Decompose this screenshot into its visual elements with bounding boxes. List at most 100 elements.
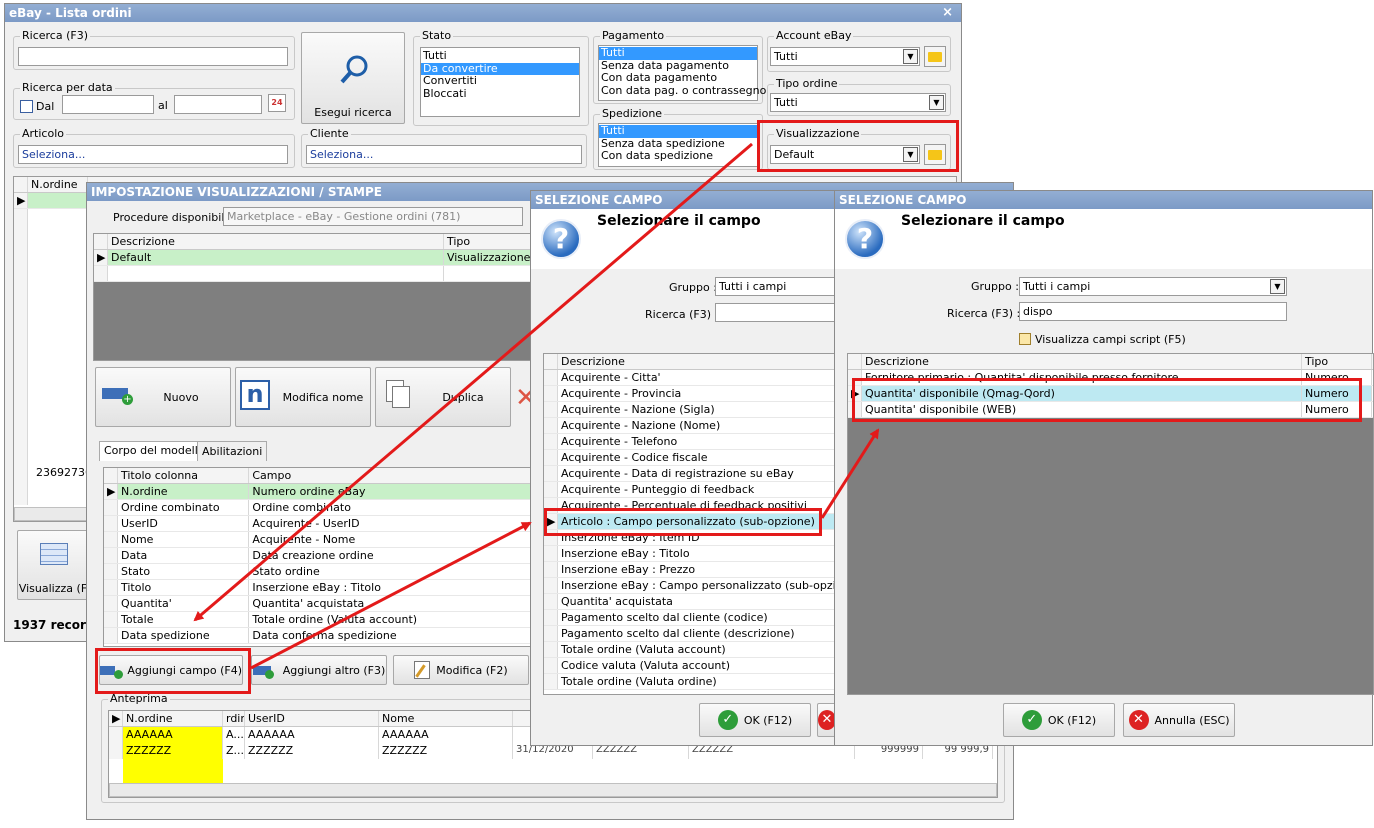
gruppo-select[interactable]: Tutti i campi ▼ (1019, 277, 1287, 296)
list-item[interactable]: Acquirente - Citta' (544, 370, 836, 386)
list-item[interactable]: Quantita' disponibile (WEB) Numero (848, 402, 1373, 418)
ricerca-input[interactable] (18, 47, 288, 66)
column-header[interactable]: UserID (245, 711, 379, 726)
stato-listbox[interactable]: Tutti Da convertire Convertiti Bloccati (420, 47, 580, 117)
ok-button[interactable]: ✓ OK (F12) (1003, 703, 1115, 737)
check-icon: ✓ (717, 710, 738, 730)
list-item[interactable]: Inserzione eBay : Titolo (544, 546, 836, 562)
modifica-button[interactable]: Modifica (F2) (393, 655, 529, 685)
column-header[interactable]: Nome (379, 711, 513, 726)
stato-option[interactable]: Convertiti (421, 74, 579, 88)
list-item[interactable]: Acquirente - Codice fiscale (544, 450, 836, 466)
list-item[interactable]: Codice valuta (Valuta account) (544, 658, 836, 674)
table-row[interactable]: Ordine combinato Ordine combinato (104, 500, 532, 516)
procedure-label: Procedure disponibili : (113, 211, 235, 224)
column-header[interactable]: Campo (249, 468, 532, 483)
list-item-selected[interactable]: ▶ Articolo : Campo personalizzato (sub-op… (544, 514, 836, 530)
selezione-campo-dialog-1: SELEZIONE CAMPO ? Selezionare il campo G… (530, 190, 837, 746)
chevron-down-icon[interactable]: ▼ (903, 49, 918, 64)
aggiungi-campo-button[interactable]: Aggiungi campo (F4) (99, 655, 243, 685)
list-item[interactable]: Quantita' acquistata (544, 594, 836, 610)
tab-corpo-modello[interactable]: Corpo del modello (99, 441, 210, 461)
esegui-ricerca-button[interactable]: Esegui ricerca (301, 32, 405, 124)
column-header[interactable]: Titolo colonna (118, 468, 250, 483)
table-row[interactable]: Data Data creazione ordine (104, 548, 532, 564)
list-item[interactable]: Pagamento scelto dal cliente (descrizion… (544, 626, 836, 642)
table-row[interactable]: ▶ N.ordine Numero ordine eBay (104, 484, 532, 500)
duplica-button[interactable]: Duplica (375, 367, 511, 427)
visualizzazione-select[interactable]: Default ▼ (770, 145, 920, 164)
dal-date-input[interactable] (62, 95, 154, 114)
spedizione-option-selected[interactable]: Tutti (599, 124, 757, 138)
column-header[interactable]: Descrizione (108, 234, 444, 249)
order-number-cell[interactable]: 23692736 (36, 466, 92, 479)
list-item[interactable]: Acquirente - Provincia (544, 386, 836, 402)
list-item[interactable]: Totale ordine (Valuta account) (544, 642, 836, 658)
table-row[interactable]: Data spedizione Data conferma spedizione (104, 628, 532, 644)
list-item[interactable]: Inserzione eBay : Prezzo (544, 562, 836, 578)
column-header[interactable]: Tipo (444, 234, 532, 249)
table-row[interactable]: ▶ Default Visualizzazione (94, 250, 532, 266)
tipo-ordine-select[interactable]: Tutti ▼ (770, 93, 946, 112)
dal-checkbox[interactable] (20, 100, 33, 113)
al-date-input[interactable] (174, 95, 262, 114)
gruppo-label: Gruppo : (669, 281, 717, 294)
chevron-down-icon[interactable]: ▼ (929, 95, 944, 110)
folder-icon[interactable] (924, 144, 946, 165)
tab-abilitazioni[interactable]: Abilitazioni (197, 441, 268, 461)
table-row[interactable] (94, 266, 532, 282)
chevron-down-icon[interactable]: ▼ (1270, 279, 1285, 294)
pagamento-option-selected[interactable]: Tutti (599, 46, 757, 60)
calendar-icon[interactable]: 24 (268, 94, 286, 112)
procedure-select[interactable]: Marketplace - eBay - Gestione ordini (78… (223, 207, 523, 226)
list-item[interactable]: Acquirente - Telefono (544, 434, 836, 450)
nuovo-button[interactable]: + Nuovo (95, 367, 231, 427)
annulla-button[interactable]: ✕ Annulla (ESC) (1123, 703, 1235, 737)
table-row[interactable]: Totale Totale ordine (Valuta account) (104, 612, 532, 628)
stato-option[interactable]: Bloccati (421, 87, 579, 101)
stato-option[interactable]: Tutti (421, 49, 579, 63)
column-header[interactable]: Tipo (1302, 354, 1372, 369)
table-row[interactable]: Titolo Inserzione eBay : Titolo (104, 580, 532, 596)
ricerca-input[interactable] (715, 303, 837, 322)
column-header[interactable]: Descrizione (558, 354, 836, 369)
table-row[interactable]: Quantita' Quantita' acquistata (104, 596, 532, 612)
list-item[interactable]: Totale ordine (Valuta ordine) (544, 674, 836, 690)
gruppo-select[interactable]: Tutti i campi (715, 277, 837, 296)
column-header[interactable]: Descrizione (862, 354, 1302, 369)
list-item[interactable]: Acquirente - Data di registrazione su eB… (544, 466, 836, 482)
horizontal-scrollbar[interactable] (109, 783, 997, 797)
folder-icon[interactable] (924, 46, 946, 67)
chevron-down-icon[interactable]: ▼ (903, 147, 918, 162)
account-select[interactable]: Tutti ▼ (770, 47, 920, 66)
articolo-select[interactable]: Seleziona... (18, 145, 288, 164)
table-row[interactable]: Nome Acquirente - Nome (104, 532, 532, 548)
list-item[interactable]: Acquirente - Percentuale di feedback pos… (544, 498, 836, 514)
pagamento-option[interactable]: Con data pag. o contrassegno (599, 84, 766, 98)
list-item[interactable]: Acquirente - Punteggio di feedback (544, 482, 836, 498)
list-item-selected[interactable]: ▶ Quantita' disponibile (Qmag-Qord) Numero (848, 386, 1373, 402)
table-row[interactable]: UserID Acquirente - UserID (104, 516, 532, 532)
ok-button[interactable]: ✓ OK (F12) (699, 703, 811, 737)
list-item[interactable]: Acquirente - Nazione (Sigla) (544, 402, 836, 418)
list-item[interactable]: Inserzione eBay : Item ID (544, 530, 836, 546)
pagamento-option[interactable]: Con data pagamento (599, 71, 757, 85)
list-item[interactable]: Acquirente - Nazione (Nome) (544, 418, 836, 434)
list-item[interactable]: Inserzione eBay : Campo personalizzato (… (544, 578, 836, 594)
aggiungi-altro-button[interactable]: Aggiungi altro (F3) (251, 655, 387, 685)
column-header[interactable]: rdir (223, 711, 245, 726)
script-checkbox[interactable] (1019, 333, 1031, 345)
close-icon[interactable]: × (942, 5, 953, 20)
ricerca-input[interactable]: dispo (1019, 302, 1287, 321)
list-item[interactable]: Fornitore primario : Quantita' disponibi… (848, 370, 1373, 386)
column-header[interactable]: N.ordine (123, 711, 223, 726)
column-header[interactable]: N.ordine (28, 177, 88, 192)
spedizione-listbox[interactable]: Tutti Senza data spedizione Con data spe… (598, 123, 758, 167)
table-row[interactable]: Stato Stato ordine (104, 564, 532, 580)
pagamento-listbox[interactable]: Tutti Senza data pagamento Con data paga… (598, 45, 766, 101)
modifica-nome-button[interactable]: n Modifica nome (235, 367, 371, 427)
list-item[interactable]: Pagamento scelto dal cliente (codice) (544, 610, 836, 626)
cliente-select[interactable]: Seleziona... (306, 145, 582, 164)
spedizione-option[interactable]: Con data spedizione (599, 149, 757, 163)
visualizza-button[interactable]: Visualizza (F (17, 530, 89, 600)
